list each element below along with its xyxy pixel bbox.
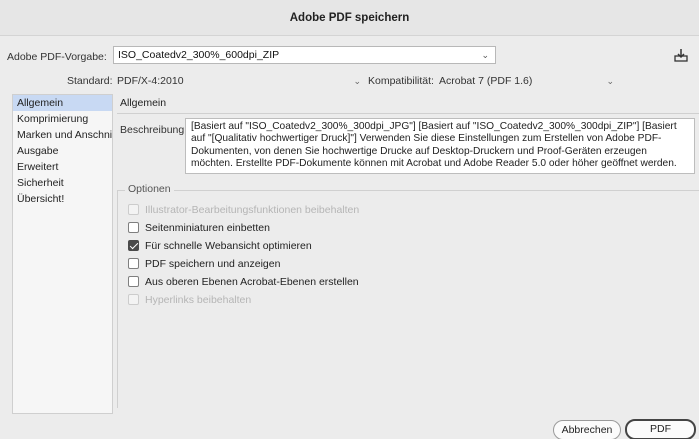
chevron-down-icon: ⌄ <box>481 50 489 60</box>
preset-value: ISO_Coatedv2_300%_600dpi_ZIP <box>118 49 280 61</box>
section-title: Allgemein <box>120 97 167 109</box>
compat-value: Acrobat 7 (PDF 1.6) <box>439 75 533 87</box>
checkbox <box>128 204 139 215</box>
checkbox <box>128 294 139 305</box>
compat-select[interactable]: Acrobat 7 (PDF 1.6) ⌄ <box>439 73 614 89</box>
chevron-down-icon: ⌄ <box>353 76 361 86</box>
option-label: Illustrator-Bearbeitungsfunktionen beibe… <box>145 204 360 216</box>
section-divider <box>117 113 699 114</box>
checkbox[interactable] <box>128 240 139 251</box>
option-acrobat-layers[interactable]: Aus oberen Ebenen Acrobat-Ebenen erstell… <box>128 276 359 290</box>
standard-value: PDF/X-4:2010 <box>117 75 184 87</box>
option-label: Aus oberen Ebenen Acrobat-Ebenen erstell… <box>145 276 359 288</box>
option-illustrator-editing: Illustrator-Bearbeitungsfunktionen beibe… <box>128 204 359 218</box>
save-preset-icon[interactable] <box>674 48 688 62</box>
sidebar-item-marken-und-anschnitt[interactable]: Marken und Anschnitt <box>13 127 112 143</box>
save-pdf-dialog: Adobe PDF speichern Adobe PDF-Vorgabe: I… <box>0 0 699 439</box>
chevron-down-icon: ⌄ <box>606 76 614 86</box>
description-field[interactable]: [Basiert auf "ISO_Coatedv2_300%_300dpi_J… <box>185 118 695 174</box>
standard-select[interactable]: PDF/X-4:2010 ⌄ <box>117 73 361 89</box>
checkbox[interactable] <box>128 258 139 269</box>
option-fast-web-view[interactable]: Für schnelle Webansicht optimieren <box>128 240 312 254</box>
option-label: Seitenminiaturen einbetten <box>145 222 270 234</box>
option-preserve-hyperlinks: Hyperlinks beibehalten <box>128 294 251 308</box>
option-label: PDF speichern und anzeigen <box>145 258 281 270</box>
preset-select[interactable]: ISO_Coatedv2_300%_600dpi_ZIP ⌄ <box>113 46 496 64</box>
standard-label: Standard: <box>67 75 113 87</box>
option-embed-thumbnails[interactable]: Seitenminiaturen einbetten <box>128 222 270 236</box>
checkbox[interactable] <box>128 222 139 233</box>
option-save-and-view[interactable]: PDF speichern und anzeigen <box>128 258 280 272</box>
sidebar-item-allgemein[interactable]: Allgemein <box>13 95 112 111</box>
option-label: Hyperlinks beibehalten <box>145 294 252 306</box>
sidebar-item-uebersicht[interactable]: Übersicht! <box>13 191 112 207</box>
option-label: Für schnelle Webansicht optimieren <box>145 240 312 252</box>
cancel-button[interactable]: Abbrechen <box>553 420 621 439</box>
sidebar: Allgemein Komprimierung Marken und Ansch… <box>12 94 113 414</box>
sidebar-item-komprimierung[interactable]: Komprimierung <box>13 111 112 127</box>
sidebar-item-erweitert[interactable]: Erweitert <box>13 159 112 175</box>
sidebar-item-ausgabe[interactable]: Ausgabe <box>13 143 112 159</box>
compat-label: Kompatibilität: <box>368 75 434 87</box>
options-title: Optionen <box>125 183 174 195</box>
checkbox[interactable] <box>128 276 139 287</box>
window-title: Adobe PDF speichern <box>0 0 699 36</box>
sidebar-item-sicherheit[interactable]: Sicherheit <box>13 175 112 191</box>
description-label: Beschreibung: <box>120 124 188 136</box>
save-pdf-button[interactable]: PDF speichern <box>625 419 696 439</box>
preset-label: Adobe PDF-Vorgabe: <box>7 51 107 63</box>
